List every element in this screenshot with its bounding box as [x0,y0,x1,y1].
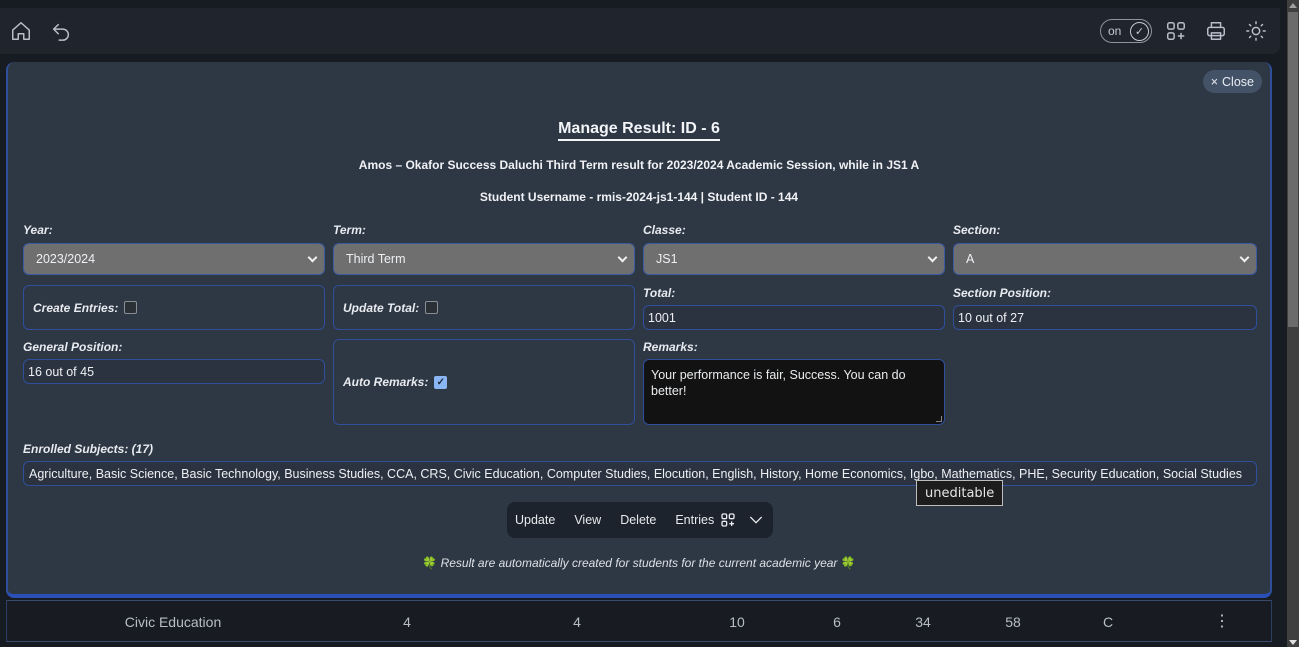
auto-remarks-box: Auto Remarks: ✓ [333,339,635,425]
student-info: Student Username - rmis-2024-js1-144 | S… [479,190,799,204]
chevron-down-icon[interactable] [748,512,764,528]
score-cell: 4 [403,614,411,630]
score-cell: 58 [1005,614,1021,630]
term-label: Term: [333,223,366,237]
classe-select[interactable]: JS1 [643,243,945,275]
clover-icon: 🍀 [840,556,856,570]
section-position-label: Section Position: [953,286,1052,300]
auto-remarks-label: Auto Remarks: [343,375,429,389]
delete-button[interactable]: Delete [620,513,656,527]
toggle-label: on [1108,24,1122,38]
total-value: 1001 [648,310,676,325]
score-cell: 34 [915,614,931,630]
create-entries-label: Create Entries: [33,300,119,315]
page-scrollbar[interactable] [1287,0,1299,647]
remarks-label: Remarks: [643,340,698,354]
create-entries-checkbox[interactable] [124,301,138,314]
manage-result-modal: × Close Manage Result: ID - 6 Amos – Oka… [6,62,1272,598]
view-button[interactable]: View [574,513,601,527]
year-label: Year: [23,223,53,237]
remarks-textarea[interactable]: Your performance is fair, Success. You c… [643,359,945,425]
close-button[interactable]: × Close [1202,70,1262,93]
action-bar: Update View Delete Entries [507,502,773,538]
chevron-down-icon [307,252,318,263]
home-icon[interactable] [10,20,32,42]
total-label: Total: [643,286,676,300]
year-value: 2023/2024 [36,252,96,266]
remarks-value: Your performance is fair, Success. You c… [651,368,906,398]
top-toolbar: on ✓ [0,8,1280,54]
enrolled-subjects-input[interactable]: Agriculture, Basic Science, Basic Techno… [23,461,1257,486]
table-row: Civic Education 4 4 10 6 34 58 C ⋮ [6,600,1272,642]
auto-remarks-checkbox[interactable]: ✓ [434,375,448,389]
section-value: A [966,252,975,266]
scroll-down-arrow-icon[interactable] [1289,640,1297,645]
page-title-wrap: Manage Result: ID - 6 [8,120,1270,141]
close-icon: × [1210,74,1219,89]
general-position-input[interactable]: 16 out of 45 [23,359,325,384]
auto-create-note: 🍀 Result are automatically created for s… [8,556,1270,570]
clover-icon: 🍀 [422,556,438,570]
update-total-label: Update Total: [343,300,420,315]
score-cell: 10 [729,614,745,630]
update-total-checkbox[interactable] [425,301,439,314]
general-position-label: General Position: [23,340,123,354]
apps-add-icon[interactable] [1165,20,1187,42]
score-cell: 4 [573,614,581,630]
page-title: Manage Result: ID - 6 [558,120,720,141]
grade-cell: C [1102,614,1114,630]
general-position-value: 16 out of 45 [28,364,95,379]
check-icon: ✓ [1130,21,1149,41]
scrollbar-thumb[interactable] [1288,12,1298,327]
create-entries-box: Create Entries: [23,285,325,330]
printer-icon[interactable] [1205,20,1227,42]
chevron-down-icon [617,252,628,263]
section-label: Section: [953,223,1001,237]
close-label: Close [1222,74,1254,89]
score-cell: 6 [833,614,841,630]
term-value: Third Term [346,252,406,266]
term-select[interactable]: Third Term [333,243,635,275]
update-total-box: Update Total: [333,285,635,330]
resize-handle-icon[interactable] [936,416,942,422]
entries-button[interactable]: Entries [675,513,714,527]
chevron-down-icon [927,252,938,263]
update-button[interactable]: Update [515,513,555,527]
classe-value: JS1 [656,252,678,266]
apps-add-icon[interactable] [720,512,736,528]
section-position-value: 10 out of 27 [958,310,1025,325]
chevron-down-icon [1239,252,1250,263]
section-position-input[interactable]: 10 out of 27 [953,305,1257,330]
subject-cell: Civic Education [124,614,222,630]
result-description: Amos – Okafor Success Daluchi Third Term… [358,158,920,172]
enrolled-subjects-value: Agriculture, Basic Science, Basic Techno… [29,466,1243,481]
uneditable-tooltip: uneditable [916,480,1004,506]
on-toggle[interactable]: on ✓ [1100,19,1152,43]
classe-label: Classe: [643,223,686,237]
more-options-icon[interactable]: ⋮ [1214,611,1230,631]
section-select[interactable]: A [953,243,1257,275]
undo-icon[interactable] [50,20,72,42]
year-select[interactable]: 2023/2024 [23,243,325,275]
enrolled-subjects-label: Enrolled Subjects: (17) [23,442,154,456]
note-text: Result are automatically created for stu… [440,556,838,570]
scroll-up-arrow-icon[interactable] [1289,3,1297,8]
sun-icon[interactable] [1245,20,1267,42]
total-input[interactable]: 1001 [643,305,945,330]
